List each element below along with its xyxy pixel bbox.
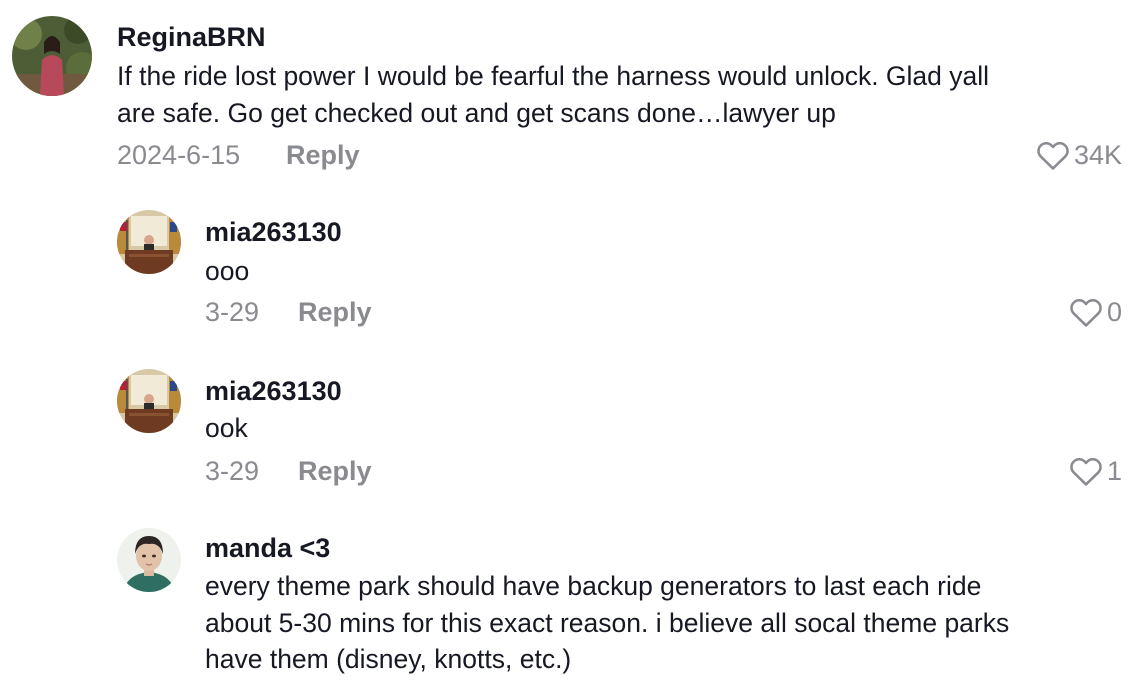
avatar[interactable] [117, 528, 181, 592]
comment-reply-item: mia263130 ooo 3-29 Reply 0 [0, 190, 1146, 350]
like-count: 0 [1106, 297, 1122, 327]
avatar-image [12, 16, 92, 96]
avatar[interactable] [117, 210, 181, 274]
comment-item: ReginaBRN If the ride lost power I would… [0, 0, 1146, 190]
comment-reply-item: manda <3 every theme park should have ba… [0, 508, 1146, 684]
comment-text: every theme park should have backup gene… [205, 571, 1010, 674]
avatar-image [117, 369, 181, 433]
comment-username[interactable]: mia263130 [205, 216, 342, 248]
comment-date: 2024-6-15 [117, 140, 241, 170]
heart-outline-icon [1069, 296, 1103, 328]
like-button[interactable]: 34K [1036, 139, 1122, 171]
heart-outline-icon [1069, 455, 1103, 487]
comment-text: If the ride lost power I would be fearfu… [117, 61, 990, 128]
avatar-image [117, 210, 181, 274]
comment-text: ooo [205, 256, 250, 286]
avatar[interactable] [117, 369, 181, 433]
comment-reply-item: mia263130 ook 3-29 Reply 1 [0, 349, 1146, 509]
avatar-image [117, 528, 181, 592]
comment-date: 3-29 [205, 456, 260, 486]
comment-username[interactable]: ReginaBRN [117, 21, 266, 53]
like-button[interactable]: 1 [1069, 455, 1122, 487]
reply-button[interactable]: Reply [298, 455, 372, 487]
comment-date: 3-29 [205, 297, 260, 327]
comment-text: ook [205, 413, 248, 443]
like-button[interactable]: 0 [1069, 296, 1122, 328]
heart-outline-icon [1036, 139, 1070, 171]
like-count: 1 [1106, 456, 1122, 486]
reply-button[interactable]: Reply [286, 139, 360, 171]
reply-button[interactable]: Reply [298, 296, 372, 328]
comment-username[interactable]: manda <3 [205, 532, 330, 564]
avatar[interactable] [12, 16, 92, 96]
like-count: 34K [1073, 140, 1122, 170]
comment-username[interactable]: mia263130 [205, 375, 342, 407]
